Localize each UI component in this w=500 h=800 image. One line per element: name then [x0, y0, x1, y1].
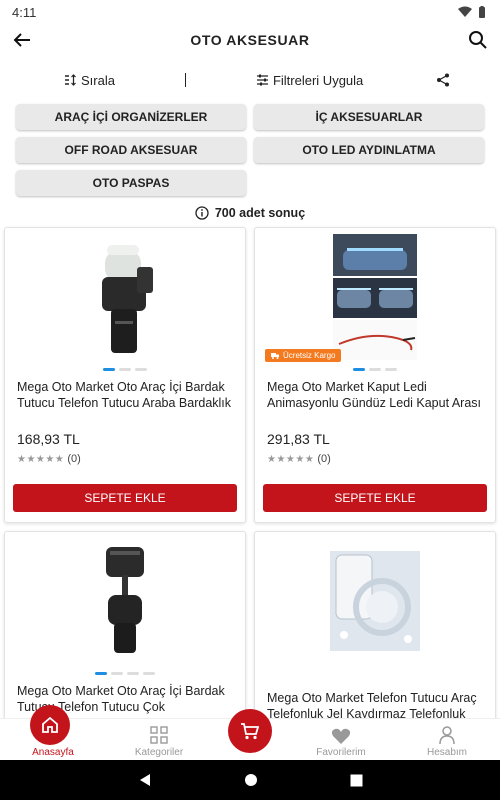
search-button[interactable]: [464, 26, 492, 54]
status-time: 4:11: [12, 4, 37, 20]
category-chip[interactable]: OFF ROAD AKSESUAR: [16, 137, 246, 163]
product-image: [5, 536, 245, 666]
search-icon: [469, 31, 487, 49]
share-button[interactable]: [429, 66, 457, 94]
system-navigation-bar: [0, 760, 500, 800]
category-chip[interactable]: ARAÇ İÇİ ORGANİZERLER: [16, 104, 246, 130]
image-carousel-dots: [255, 368, 495, 371]
grid-icon: [150, 726, 168, 744]
hood-led-image: [333, 234, 417, 360]
info-icon: [195, 206, 209, 220]
category-chip[interactable]: İÇ AKSESUARLAR: [254, 104, 484, 130]
nav-categories[interactable]: Kategoriler: [114, 725, 204, 758]
bottom-navigation: Anasayfa Kategoriler Favorilerim Hesabım: [0, 705, 500, 760]
product-card[interactable]: Mega Oto Market Oto Araç İçi Bardak Tutu…: [4, 227, 246, 523]
product-card[interactable]: Ücretsiz Kargo Mega Oto Market Kaput Led…: [254, 227, 496, 523]
heart-icon: [331, 728, 351, 744]
nav-label: Kategoriler: [134, 747, 184, 758]
filter-label: Filtreleri Uygula: [272, 72, 364, 88]
app-bar: OTO AKSESUAR: [0, 24, 500, 56]
nav-label: Favorilerim: [316, 747, 366, 758]
nav-account[interactable]: Hesabım: [402, 725, 492, 758]
product-rating: ★★★★★ (0): [5, 453, 245, 465]
sort-label: Sırala: [81, 72, 115, 88]
filter-sliders-icon: [256, 74, 268, 86]
page-title: OTO AKSESUAR: [190, 32, 310, 48]
add-to-cart-button[interactable]: SEPETE EKLE: [263, 484, 487, 512]
product-image: Ücretsiz Kargo: [255, 232, 495, 362]
category-chip[interactable]: OTO PASPAS: [16, 170, 246, 196]
product-image: [255, 536, 495, 666]
cart-bubble: [228, 709, 272, 753]
image-carousel-dots: [5, 672, 245, 675]
badge-label: Ücretsiz Kargo: [283, 351, 336, 360]
filter-button[interactable]: Filtreleri Uygula: [256, 73, 363, 88]
cart-icon: [241, 723, 260, 740]
nav-home[interactable]: Anasayfa: [8, 705, 98, 758]
product-name: Mega Oto Market Kaput Ledi Animasyonlu G…: [267, 380, 482, 410]
back-arrow-icon: [13, 33, 30, 47]
person-icon: [439, 726, 455, 745]
wifi-icon: [458, 6, 472, 17]
nav-label: Hesabım: [426, 747, 467, 758]
nav-favorites[interactable]: Favorilerim: [296, 727, 386, 758]
sort-filter-toolbar: Sırala Filtreleri Uygula: [0, 56, 500, 104]
phone-cup-holder-image: [106, 547, 144, 653]
product-rating: ★★★★★ (0): [255, 453, 495, 465]
product-name: Mega Oto Market Oto Araç İçi Bardak Tutu…: [17, 380, 232, 410]
sort-icon: [65, 74, 76, 86]
nav-label: Anasayfa: [32, 747, 74, 758]
battery-icon: [479, 5, 485, 18]
system-back-icon[interactable]: [138, 773, 152, 787]
toolbar-divider: [184, 73, 186, 87]
image-carousel-dots: [5, 368, 245, 371]
status-bar: 4:11: [0, 0, 500, 24]
free-shipping-badge: Ücretsiz Kargo: [265, 349, 342, 362]
cup-holder-image: [102, 245, 153, 353]
gel-pad-image: [330, 551, 420, 651]
rating-count: (0): [317, 453, 331, 465]
rating-stars: ★★★★★: [267, 453, 315, 465]
product-price: 168,93 TL: [17, 431, 80, 447]
rating-count: (0): [67, 453, 81, 465]
share-icon: [437, 73, 450, 87]
home-bubble: [30, 705, 70, 745]
product-image: [5, 232, 245, 362]
home-icon: [42, 716, 58, 733]
product-price: 291,83 TL: [267, 431, 330, 447]
back-button[interactable]: [8, 26, 36, 54]
result-count: 700 adet sonuç: [0, 205, 500, 221]
category-chip[interactable]: OTO LED AYDINLATMA: [254, 137, 484, 163]
sort-button[interactable]: Sırala: [64, 73, 115, 88]
system-home-icon[interactable]: [244, 773, 258, 787]
system-recents-icon[interactable]: [350, 774, 363, 787]
category-chips: ARAÇ İÇİ ORGANİZERLER İÇ AKSESUARLAR OFF…: [0, 104, 500, 196]
result-count-text: 700 adet sonuç: [214, 206, 306, 220]
add-to-cart-button[interactable]: SEPETE EKLE: [13, 484, 237, 512]
truck-icon: [271, 353, 279, 359]
rating-stars: ★★★★★: [17, 453, 65, 465]
